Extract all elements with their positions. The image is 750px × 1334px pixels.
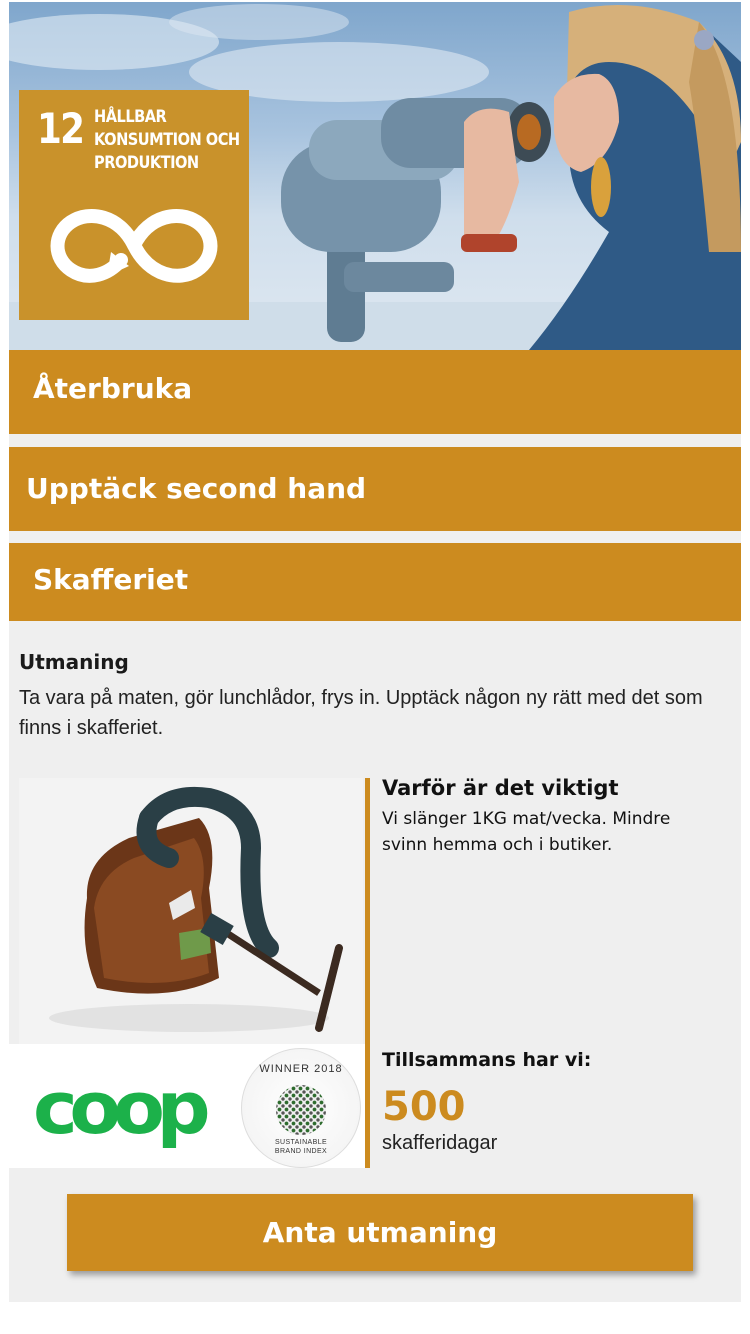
- challenge-description: Ta vara på maten, gör lunchlådor, frys i…: [19, 687, 703, 739]
- sdg-title-line: PRODUKTION: [94, 153, 199, 173]
- wallet-clamp-illustration: [49, 786, 343, 1032]
- together-unit: skafferidagar: [382, 1132, 498, 1154]
- section-reuse-label: Återbruka: [33, 372, 193, 405]
- badge-text-line: SUSTAINABLE: [274, 1139, 328, 1146]
- section-second-hand-label: Upptäck second hand: [26, 472, 367, 505]
- infinity-arrow-icon: [50, 209, 218, 283]
- why-text: Vi slänger 1KG mat/vecka. Mindre svinn h…: [382, 809, 671, 855]
- globe-icon: [276, 1085, 326, 1135]
- sdg-number: 12: [37, 104, 85, 153]
- wallet-clamp-image: [19, 778, 363, 1044]
- why-title: Varför är det viktigt: [382, 776, 619, 800]
- sdg-title: HÅLLBAR KONSUMTION OCH PRODUKTION: [94, 106, 240, 175]
- sdg-title-line: KONSUMTION OCH: [94, 130, 240, 150]
- sdg-12-badge: 12 HÅLLBAR KONSUMTION OCH PRODUKTION: [19, 90, 249, 320]
- accept-challenge-button[interactable]: Anta utmaning: [67, 1194, 693, 1271]
- section-pantry-label: Skafferiet: [33, 563, 189, 596]
- section-second-hand[interactable]: Upptäck second hand: [9, 447, 741, 531]
- badge-text-line: BRAND INDEX: [274, 1148, 328, 1155]
- section-reuse[interactable]: Återbruka: [9, 350, 741, 434]
- section-pantry[interactable]: Skafferiet: [9, 543, 741, 621]
- sdg-title-line: HÅLLBAR: [94, 107, 167, 127]
- challenge-title: Utmaning: [19, 650, 129, 674]
- content-divider: [365, 778, 370, 1168]
- sustainable-brand-index-badge: WINNER 2018 SUSTAINABLE BRAND INDEX: [241, 1048, 361, 1168]
- coop-logo: coop: [33, 1066, 211, 1150]
- partner-logos: coop WINNER 2018 SUSTAINABLE BRAND INDEX: [9, 1044, 365, 1168]
- app-frame: 12 HÅLLBAR KONSUMTION OCH PRODUKTION Åte…: [9, 2, 741, 1302]
- badge-year-text: WINNER 2018: [259, 1063, 343, 1075]
- hero-image: 12 HÅLLBAR KONSUMTION OCH PRODUKTION: [9, 2, 741, 350]
- together-count: 500: [382, 1084, 466, 1130]
- together-label: Tillsammans har vi:: [382, 1049, 592, 1071]
